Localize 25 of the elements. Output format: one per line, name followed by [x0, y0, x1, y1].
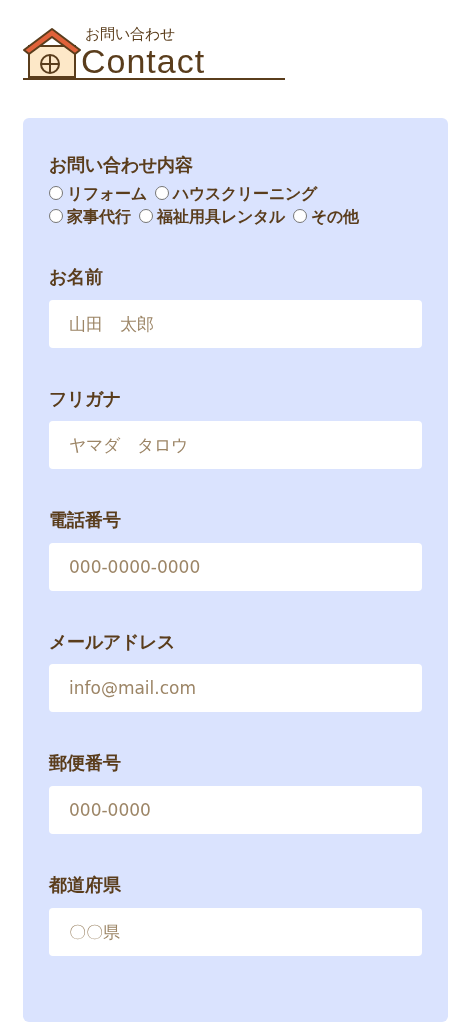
input-field[interactable]: 000-0000-0000 [49, 542, 422, 591]
radio-label[interactable]: その他 [311, 206, 359, 226]
radio-label[interactable]: 福祉用具レンタル [157, 206, 285, 226]
field-label: フリガナ [49, 387, 122, 410]
input-field[interactable]: ヤマダ タロウ [49, 421, 422, 470]
input-field[interactable]: info@mail.com [49, 664, 422, 713]
radio-label[interactable]: 家事代行 [67, 206, 131, 226]
input-field[interactable]: 〇〇県 [49, 907, 422, 956]
field-label: 電話番号 [49, 509, 122, 531]
field-label: お名前 [49, 265, 104, 288]
input-field[interactable]: 山田 太郎 [49, 299, 422, 348]
radio-label[interactable]: ハウスクリーニング [173, 183, 317, 203]
field-label: 郵便番号 [49, 752, 122, 774]
radio-button[interactable] [49, 186, 63, 201]
field-label: 都道府県 [49, 873, 122, 896]
radio-button[interactable] [155, 186, 169, 201]
radio-button[interactable] [139, 209, 153, 224]
input-field[interactable]: 000-0000 [49, 785, 422, 834]
field-label: メールアドレス [49, 630, 176, 653]
radio-button[interactable] [293, 209, 307, 224]
field-label: お問い合わせ内容 [49, 154, 194, 176]
heading-subtitle: お問い合わせ [85, 27, 176, 42]
radio-button[interactable] [49, 209, 63, 224]
heading-title: Contact [81, 44, 206, 78]
radio-label[interactable]: リフォーム [67, 183, 147, 203]
